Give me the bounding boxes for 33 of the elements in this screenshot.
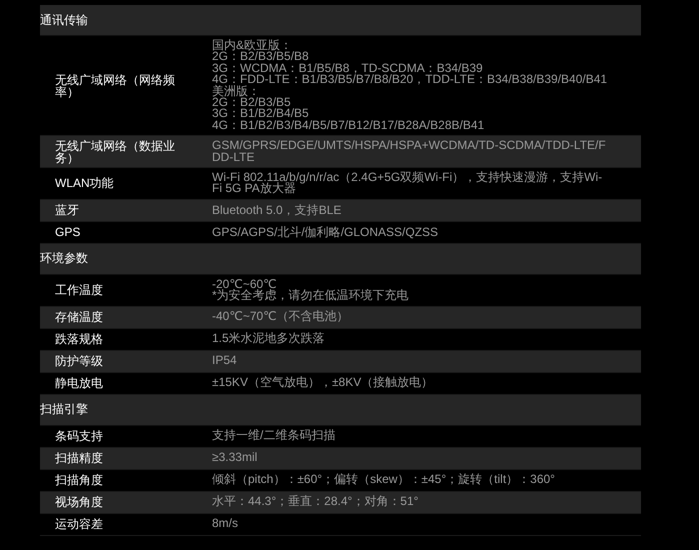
spec-value: ±15KV（空气放电），±8KV（接触放电） [212,375,434,391]
spec-label: 蓝牙 [55,202,80,218]
spec-value: GSM/GPRS/EDGE/UMTS/HSPA/HSPA+WCDMA/TD-SCDMA/TDD-LTE/F DD-LTE [212,137,607,166]
spec-label: 存储温度 [55,309,104,326]
spec-value: GPS/AGPS/北斗/伽利略/GLONASS/QZSS [212,224,440,240]
section-header: 通讯传输 [40,5,641,36]
spec-label: GPS [55,224,82,240]
section-header: 扫描引擎 [40,394,641,426]
spec-value: -40℃~70℃（不含电池） [212,309,350,325]
spec-value: Wi-Fi 802.11a/b/g/n/r/ac（2.4G+5G双频Wi-Fi），支持快速漫游，支持Wi- Fi 5G PA放大器 [212,169,604,198]
spec-label: 防护等级 [55,353,104,370]
spec-label: 无线广域网络（数据业务） [55,138,176,166]
spec-label: 运动容差 [55,516,104,532]
section-header: 环境参数 [40,244,641,275]
spec-label: 静电放电 [55,375,104,392]
spec-label: 扫描角度 [55,472,104,488]
spec-value: 1.5米水泥地多次跌落 [212,331,326,347]
spec-label: WLAN功能 [55,175,115,192]
spec-value: -20℃~60℃ *为安全考虑，请勿在低温环境下充电 [212,276,410,304]
spec-label: 跌落规格 [55,331,104,348]
spec-label: 视场角度 [55,494,104,510]
spec-value: 支持一维/二维条码扫描 [212,428,336,444]
spec-value: 8m/s [212,516,240,532]
spec-value: 倾斜（pitch）：±60°；偏转（skew）：±45°；旋转（tilt）：360° [212,472,556,488]
spec-value: 国内&欧亚版： 2G：B2/B3/B5/B8 3G：WCDMA：B1/B5/B8，TD-SCDMA：B34/B39 4G：FDD-LTE：B1/B3/B5/B7/B8/B20，TDD-LTE：B34/B38/B39/B40/B41 美洲版： 2G：B2/B3/B5 3G：B1/B2/B4/B5 4G：B1/B2/B3/B4/B5/B7/B12/B17/B28A/B28B/B41 [212,37,608,134]
spec-label: 条码支持 [55,428,104,444]
spec-value: IP54 [212,353,238,369]
spec-label: 工作温度 [55,282,104,298]
spec-value: 水平：44.3°；垂直：28.4°；对角：51° [212,494,420,510]
spec-label: 扫描精度 [55,450,104,466]
spec-label: 无线广域网络（网络频率） [55,72,176,100]
spec-value: Bluetooth 5.0，支持BLE [212,202,342,218]
spec-value: ≥3.33mil [212,450,258,466]
